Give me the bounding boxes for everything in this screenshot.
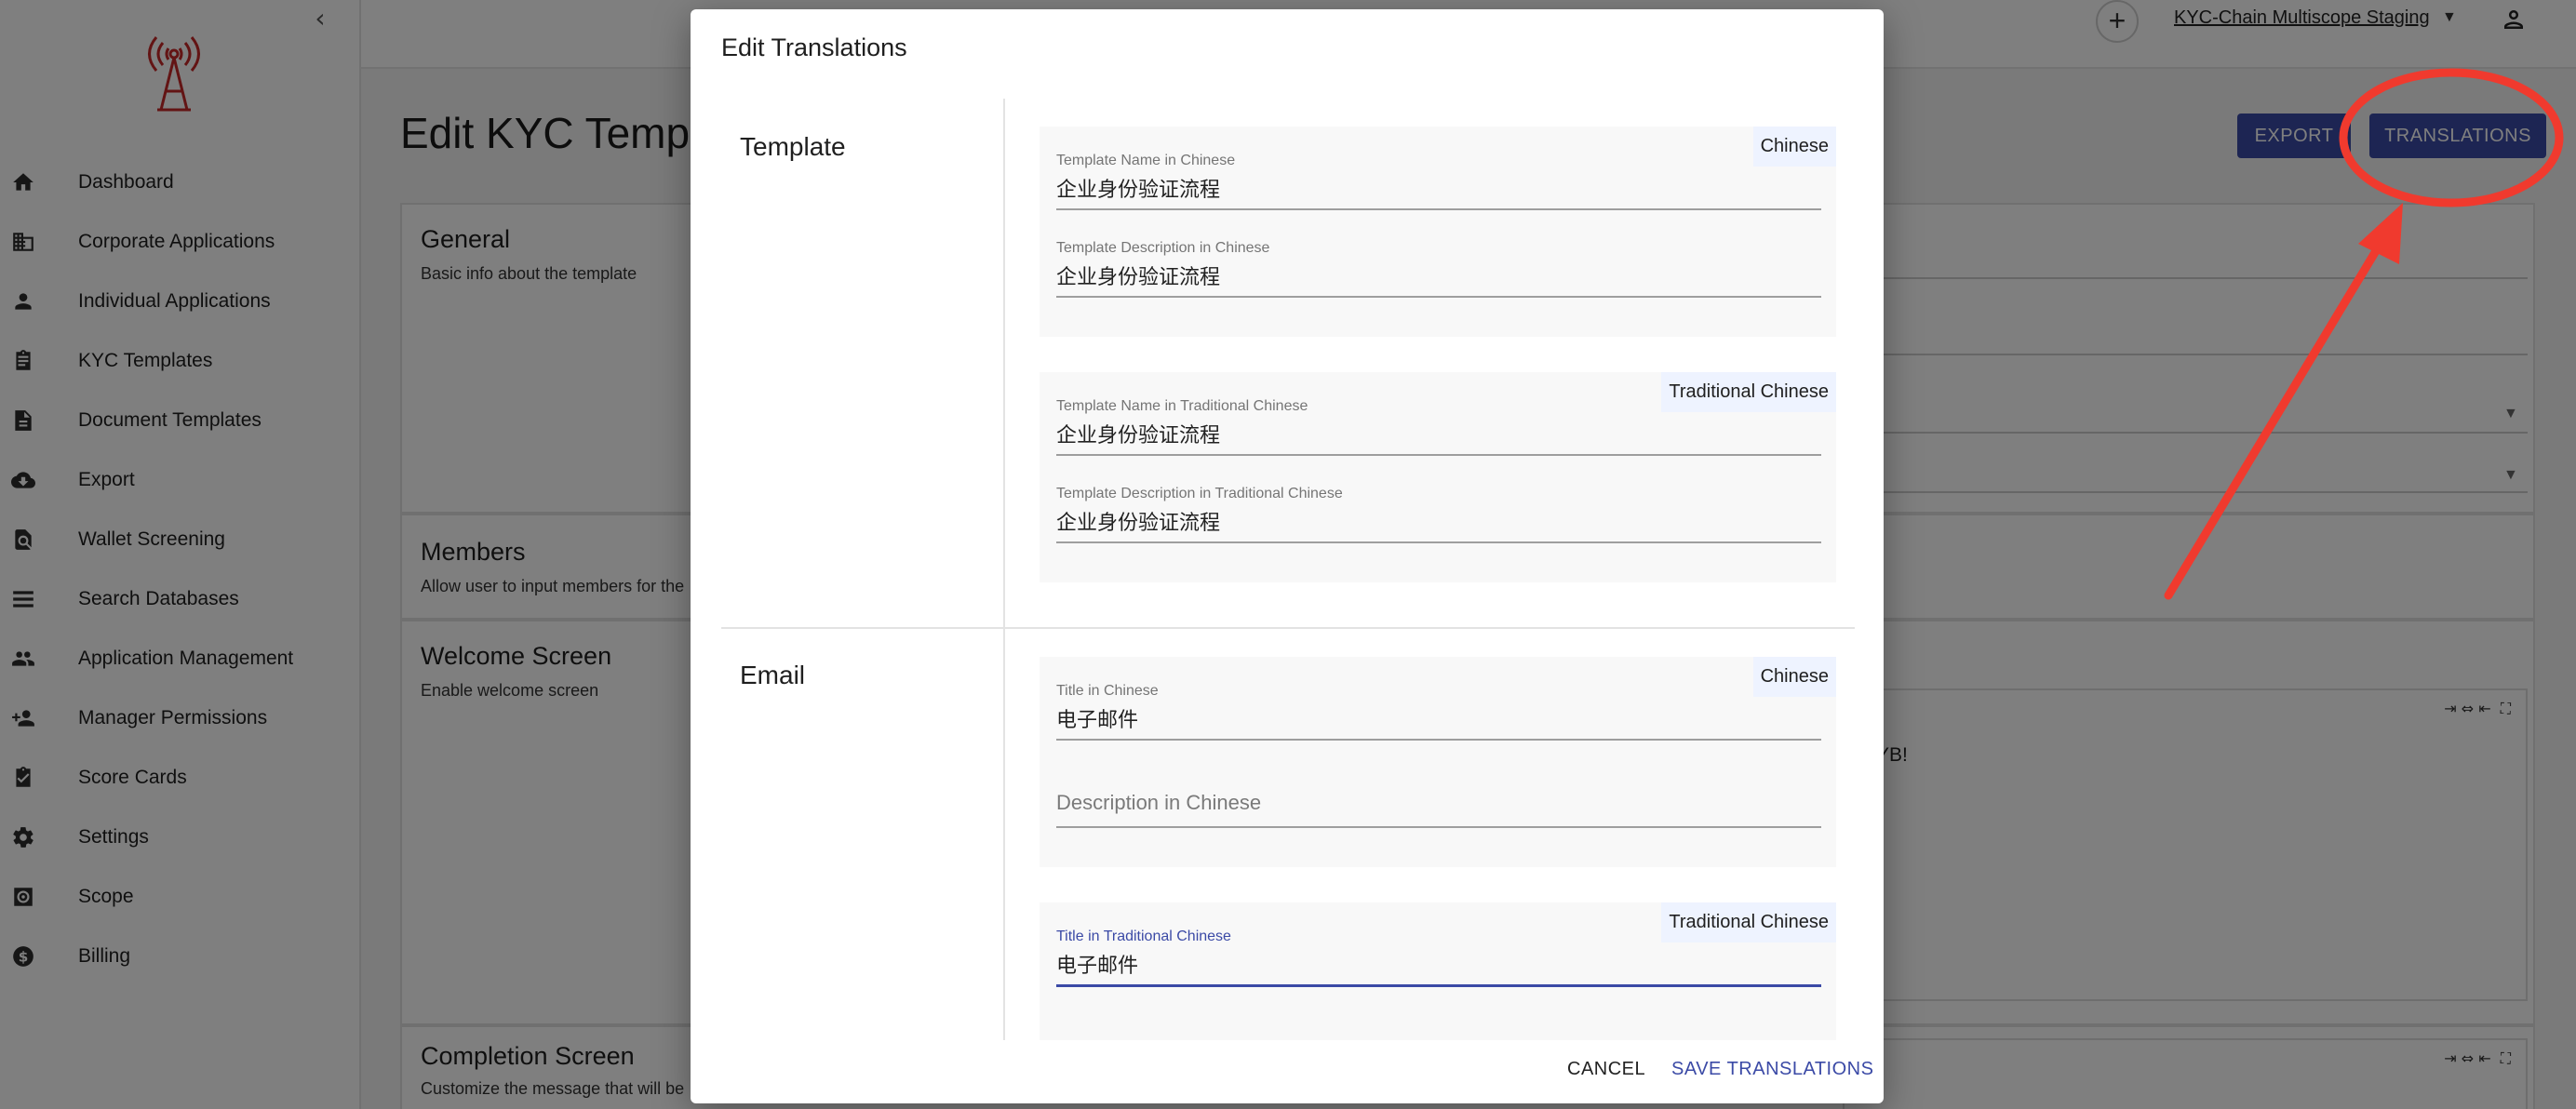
field-label: Title in Chinese bbox=[1056, 683, 1159, 699]
section-divider-vertical bbox=[1003, 99, 1005, 1040]
template-traditional-chinese-group: Traditional Chinese Template Name in Tra… bbox=[1040, 372, 1836, 582]
field-value[interactable]: 企业身份验证流程 bbox=[1056, 173, 1220, 203]
template-chinese-group: Chinese Template Name in Chinese 企业身份验证流… bbox=[1040, 127, 1836, 337]
field-label: Template Description in Traditional Chin… bbox=[1056, 486, 1343, 501]
template-description-traditional-chinese-field[interactable]: Template Description in Traditional Chin… bbox=[1056, 460, 1821, 547]
field-placeholder[interactable]: Description in Chinese bbox=[1056, 791, 1261, 815]
template-name-chinese-field[interactable]: Template Name in Chinese 企业身份验证流程 bbox=[1056, 127, 1821, 214]
email-title-traditional-chinese-field[interactable]: Title in Traditional Chinese 电子邮件 bbox=[1056, 902, 1821, 990]
field-underline bbox=[1056, 984, 1821, 987]
section-divider-horizontal bbox=[721, 627, 1855, 629]
field-underline bbox=[1056, 208, 1821, 210]
cancel-button[interactable]: CANCEL bbox=[1567, 1059, 1645, 1080]
field-value[interactable]: 企业身份验证流程 bbox=[1056, 261, 1220, 290]
template-name-traditional-chinese-field[interactable]: Template Name in Traditional Chinese 企业身… bbox=[1056, 372, 1821, 460]
dialog-content: Template Chinese Template Name in Chines… bbox=[721, 99, 1855, 1040]
save-translations-button[interactable]: SAVE TRANSLATIONS bbox=[1671, 1059, 1873, 1080]
field-underline bbox=[1056, 826, 1821, 828]
email-chinese-group: Chinese Title in Chinese 电子邮件 Descriptio… bbox=[1040, 657, 1836, 867]
field-value[interactable]: 企业身份验证流程 bbox=[1056, 419, 1220, 448]
field-label: Title in Traditional Chinese bbox=[1056, 929, 1231, 944]
email-description-chinese-field[interactable]: Description in Chinese bbox=[1056, 744, 1821, 832]
edit-translations-dialog: Edit Translations Template Chinese Templ… bbox=[691, 9, 1884, 1103]
field-underline bbox=[1056, 296, 1821, 298]
field-underline bbox=[1056, 454, 1821, 456]
field-underline bbox=[1056, 541, 1821, 543]
field-underline bbox=[1056, 739, 1821, 741]
section-label-template: Template bbox=[740, 132, 846, 161]
email-title-chinese-field[interactable]: Title in Chinese 电子邮件 bbox=[1056, 657, 1821, 744]
field-label: Template Description in Chinese bbox=[1056, 240, 1270, 256]
field-label: Template Name in Traditional Chinese bbox=[1056, 398, 1308, 414]
dialog-title: Edit Translations bbox=[721, 33, 907, 61]
field-label: Template Name in Chinese bbox=[1056, 153, 1236, 168]
field-value[interactable]: 电子邮件 bbox=[1056, 703, 1138, 733]
email-traditional-chinese-group: Traditional Chinese Title in Traditional… bbox=[1040, 902, 1836, 1040]
field-value[interactable]: 电子邮件 bbox=[1056, 949, 1138, 979]
field-value[interactable]: 企业身份验证流程 bbox=[1056, 506, 1220, 536]
template-description-chinese-field[interactable]: Template Description in Chinese 企业身份验证流程 bbox=[1056, 214, 1821, 301]
section-label-email: Email bbox=[740, 661, 806, 689]
